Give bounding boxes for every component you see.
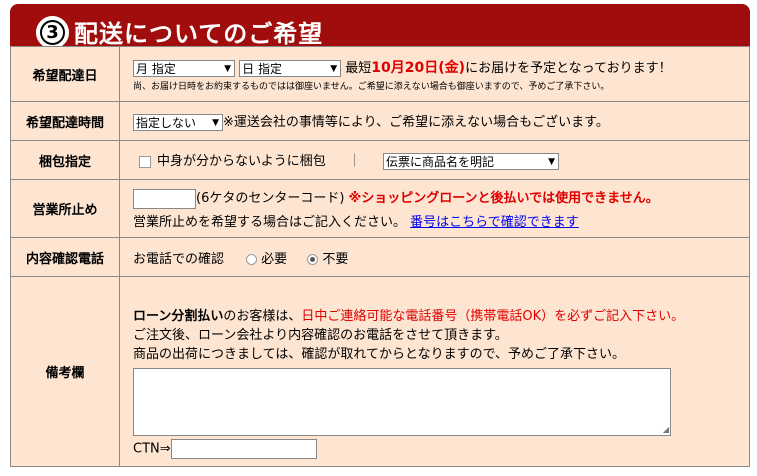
confirm-call-cell: お電話での確認 必要 不要 — [119, 237, 750, 277]
section-title: 配送についてのご希望 — [74, 20, 324, 48]
earliest-prefix: 最短 — [345, 60, 372, 76]
month-select-value: 月 指定 — [136, 61, 176, 76]
packing-label: 梱包指定 — [10, 140, 120, 180]
confirm-call-label: 内容確認電話 — [10, 237, 120, 277]
remarks-line2: ご注文後、ローン会社より内容確認のお電話をさせて頂きます。 — [133, 328, 508, 343]
delivery-time-cell: 指定しない ▼ ※運送会社の事情等により、ご希望に添えない場合もございます。 — [119, 101, 750, 141]
office-stop-cell: (6ケタのセンターコード) ※ショッピングローンと後払いでは使用できません。 営… — [119, 179, 750, 238]
confirm-call-need-label: 必要 — [261, 251, 288, 267]
resize-grip-icon[interactable]: ◢ — [663, 426, 669, 434]
month-select[interactable]: 月 指定 ▼ — [133, 59, 235, 77]
row-confirm-call: 内容確認電話 お電話での確認 必要 不要 — [10, 237, 750, 277]
packing-separator: ｜ — [347, 154, 361, 169]
section-header: 3 配送についてのご希望 — [10, 4, 750, 49]
delivery-time-note: ※運送会社の事情等により、ご希望に添えない場合もございます。 — [223, 115, 609, 130]
day-select[interactable]: 日 指定 ▼ — [239, 59, 342, 77]
discreet-packing-checkbox[interactable] — [139, 155, 151, 168]
delivery-time-select[interactable]: 指定しない ▼ — [133, 114, 223, 131]
remarks-label: 備考欄 — [10, 276, 120, 467]
delivery-time-label: 希望配達時間 — [10, 101, 120, 141]
remarks-cell: ローン分割払いのお客様は、日中ご連絡可能な電話番号（携帯電話OK）を必ずご記入下… — [119, 276, 750, 467]
section-number-badge: 3 — [36, 16, 69, 49]
discreet-packing-label: 中身が分からないように梱包 — [157, 154, 326, 169]
delivery-date-label: 希望配達日 — [10, 46, 120, 102]
remarks-textarea[interactable]: ◢ — [133, 368, 671, 436]
packing-cell: 中身が分からないように梱包 ｜ 伝票に商品名を明記 ▼ — [119, 140, 750, 180]
ctn-label: CTN⇒ — [133, 441, 171, 457]
ctn-input[interactable] — [170, 439, 317, 459]
delivery-date-cell: 月 指定 ▼ 日 指定 ▼ 最短10月20日(金)にお届けを予定となっております！ … — [119, 46, 750, 102]
earliest-date: 10月20日(金) — [371, 59, 466, 76]
section-number: 3 — [40, 20, 65, 45]
chevron-down-icon: ▼ — [330, 63, 338, 74]
confirm-call-no-need-radio[interactable] — [307, 253, 319, 265]
delivery-time-select-value: 指定しない — [136, 116, 197, 130]
row-delivery-date: 希望配達日 月 指定 ▼ 日 指定 ▼ 最短10月20日(金)にお届けを予定となって… — [10, 46, 750, 102]
center-code-input[interactable] — [133, 188, 196, 209]
confirm-call-text: お電話での確認 — [133, 251, 225, 267]
remarks-phone-required: 日中ご連絡可能な電話番号（携帯電話OK）を必ずご記入下さい。 — [301, 309, 685, 324]
chevron-down-icon: ▼ — [224, 63, 231, 74]
day-select-value: 日 指定 — [242, 61, 282, 76]
loan-installment-label: ローン分割払い — [133, 309, 224, 324]
row-office-stop: 営業所止め (6ケタのセンターコード) ※ショッピングローンと後払いでは使用でき… — [10, 179, 750, 238]
confirm-call-no-need-label: 不要 — [322, 251, 349, 267]
earliest-suffix: にお届けを予定となっております！ — [465, 60, 672, 76]
office-stop-warning: ※ショッピングローンと後払いでは使用できません。 — [348, 191, 659, 207]
row-remarks: 備考欄 ローン分割払いのお客様は、日中ご連絡可能な電話番号（携帯電話OK）を必ず… — [10, 276, 750, 467]
confirm-call-need-radio[interactable] — [246, 253, 258, 265]
office-stop-label: 営業所止め — [10, 179, 120, 238]
center-code-lookup-link[interactable]: 番号はこちらで確認できます — [410, 215, 579, 230]
invoice-name-select-value: 伝票に商品名を明記 — [386, 155, 495, 169]
chevron-down-icon: ▼ — [548, 157, 556, 167]
delivery-date-note: 尚、お届け日時をお約束するものではは御座いません。ご希望に添えない場合も御座いま… — [133, 81, 610, 92]
row-delivery-time: 希望配達時間 指定しない ▼ ※運送会社の事情等により、ご希望に添えない場合もござい… — [10, 101, 750, 141]
center-code-hint: (6ケタのセンターコード) — [196, 191, 345, 207]
remarks-line3: 商品の出荷につきましては、確認が取れてからとなりますので、予めご了承下さい。 — [133, 347, 626, 362]
office-stop-note: 営業所止めを希望する場合はご記入ください。 — [133, 214, 407, 230]
invoice-name-select[interactable]: 伝票に商品名を明記 ▼ — [383, 153, 560, 170]
delivery-options-table: 希望配達日 月 指定 ▼ 日 指定 ▼ 最短10月20日(金)にお届けを予定となって… — [10, 46, 750, 467]
chevron-down-icon: ▼ — [212, 118, 219, 128]
row-packing: 梱包指定 中身が分からないように梱包 ｜ 伝票に商品名を明記 ▼ — [10, 140, 750, 180]
remarks-line1-mid: のお客様は、 — [223, 309, 302, 324]
